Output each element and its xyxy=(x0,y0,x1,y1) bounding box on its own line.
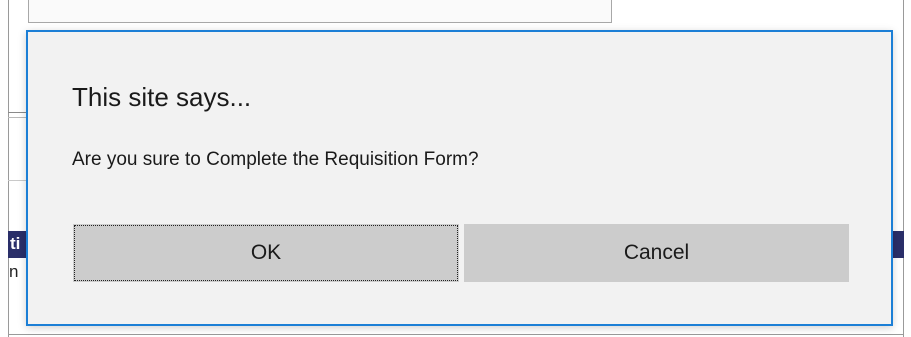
dialog-title: This site says... xyxy=(72,82,252,112)
page-frame-bottom-border xyxy=(8,334,904,335)
confirm-dialog: This site says... Are you sure to Comple… xyxy=(26,30,893,326)
ok-button[interactable]: OK xyxy=(73,224,459,282)
dialog-message: Are you sure to Complete the Requisition… xyxy=(72,149,479,170)
cancel-button[interactable]: Cancel xyxy=(464,224,849,282)
background-input-box xyxy=(28,0,612,23)
page-frame-right-border xyxy=(903,0,904,337)
background-divider xyxy=(8,180,28,181)
page-frame-left-border xyxy=(8,0,9,337)
background-table-header-text: ti xyxy=(10,234,21,253)
background-table-row-text: n xyxy=(9,262,19,281)
background-divider xyxy=(8,112,28,113)
background-divider xyxy=(8,117,28,118)
